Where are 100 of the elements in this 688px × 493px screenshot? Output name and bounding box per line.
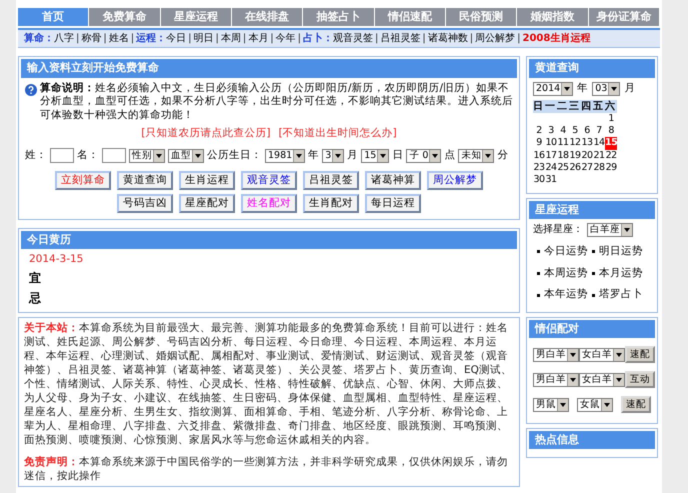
dropdown[interactable]: 男鼠 bbox=[533, 398, 569, 412]
calendar-day[interactable]: 25 bbox=[557, 162, 569, 174]
calendar-day[interactable]: 12 bbox=[569, 137, 581, 150]
calendar-day[interactable]: 18 bbox=[557, 150, 569, 162]
nav-link[interactable]: 诸葛神数 bbox=[428, 33, 468, 44]
calendar-day[interactable]: 6 bbox=[581, 124, 593, 138]
action-button[interactable]: 立刻算命 bbox=[55, 171, 111, 190]
help-icon bbox=[25, 84, 37, 96]
dropdown[interactable]: 1981 bbox=[265, 148, 306, 163]
caret-icon bbox=[613, 348, 624, 361]
separator: | bbox=[516, 33, 522, 44]
calendar-day[interactable]: 23 bbox=[533, 162, 545, 174]
calendar-day[interactable]: 24 bbox=[545, 162, 557, 174]
action-button[interactable]: 每日运程 bbox=[365, 194, 421, 214]
calendar-day[interactable]: 11 bbox=[557, 137, 569, 150]
action-button[interactable]: 生肖运程 bbox=[179, 171, 235, 190]
year-label: 年 bbox=[577, 82, 588, 96]
calendar-day[interactable]: 21 bbox=[593, 150, 605, 162]
action-button[interactable]: 观音灵签 bbox=[241, 171, 297, 190]
calendar-day[interactable]: 17 bbox=[545, 150, 557, 162]
action-button[interactable]: 黄道查询 bbox=[117, 171, 173, 190]
match-button[interactable]: 速配 bbox=[625, 346, 655, 364]
dropdown[interactable]: 男白羊 bbox=[533, 348, 579, 362]
action-button[interactable]: 吕祖灵签 bbox=[303, 171, 359, 190]
caret-icon bbox=[567, 374, 578, 386]
calendar-day[interactable]: 1 bbox=[605, 112, 618, 125]
calendar-day[interactable]: 7 bbox=[593, 124, 605, 138]
dropdown[interactable]: 15 bbox=[361, 148, 390, 163]
nav-link[interactable]: 明日 bbox=[194, 33, 214, 44]
calendar-day[interactable]: 16 bbox=[533, 150, 545, 162]
calendar-day[interactable]: 5 bbox=[569, 124, 581, 138]
dropdown[interactable]: 2014 bbox=[533, 82, 574, 96]
category-label: 运程： bbox=[136, 33, 166, 44]
calendar-day[interactable]: 15 bbox=[605, 137, 618, 150]
bullet-icon bbox=[537, 250, 540, 254]
fortune-link[interactable]: 本月运势 bbox=[599, 266, 643, 280]
fortune-link[interactable]: 本年运势 bbox=[544, 288, 588, 302]
action-button[interactable]: 周公解梦 bbox=[427, 171, 483, 190]
fortune-link[interactable]: 明日运势 bbox=[599, 244, 643, 259]
calendar-day[interactable]: 22 bbox=[605, 150, 618, 162]
fortune-link[interactable]: 本周运势 bbox=[544, 266, 588, 280]
calendar-day[interactable]: 3 bbox=[545, 124, 557, 138]
nav-link[interactable]: 吕祖灵签 bbox=[380, 33, 420, 44]
calendar-day[interactable]: 20 bbox=[581, 150, 593, 162]
calendar-day[interactable]: 29 bbox=[605, 162, 618, 174]
dropdown[interactable]: 未知 bbox=[458, 148, 494, 163]
dropdown[interactable]: 血型 bbox=[168, 148, 204, 163]
dropdown[interactable]: 3 bbox=[322, 148, 344, 163]
calendar-day[interactable]: 27 bbox=[581, 162, 593, 174]
dropdown[interactable]: 性别 bbox=[129, 148, 165, 163]
calendar-day[interactable]: 8 bbox=[605, 124, 618, 138]
bullet-icon bbox=[592, 272, 595, 275]
action-button[interactable]: 诸葛神算 bbox=[365, 171, 421, 190]
calendar-day[interactable]: 31 bbox=[545, 174, 557, 187]
separator: | bbox=[130, 33, 136, 44]
calendar-day[interactable]: 19 bbox=[569, 150, 581, 162]
help-link[interactable]: [只知道农历请点此查公历] bbox=[141, 126, 270, 139]
nav-link[interactable]: 本月 bbox=[248, 33, 268, 44]
nav-link[interactable]: 周公解梦 bbox=[475, 33, 516, 44]
fortune-link[interactable]: 塔罗占卜 bbox=[599, 288, 643, 302]
separator: | bbox=[468, 33, 474, 44]
calendar-day[interactable]: 26 bbox=[569, 162, 581, 174]
nav-link[interactable]: 姓名 bbox=[108, 33, 129, 44]
match-button[interactable]: 速配 bbox=[621, 396, 651, 414]
dropdown[interactable]: 子 0 bbox=[406, 148, 442, 163]
weekday-label: 日 bbox=[533, 100, 545, 113]
dropdown[interactable]: 03 bbox=[592, 82, 620, 96]
nav-link[interactable]: 称骨 bbox=[81, 33, 102, 44]
fortune-link[interactable]: 今日运势 bbox=[544, 244, 588, 259]
action-button[interactable]: 生肖配对 bbox=[303, 194, 359, 214]
caret-icon bbox=[567, 348, 578, 361]
calendar-day[interactable]: 28 bbox=[593, 162, 605, 174]
text-input[interactable] bbox=[102, 148, 126, 164]
nav-link[interactable]: 今日 bbox=[166, 33, 186, 44]
action-button[interactable]: 星座配对 bbox=[179, 194, 235, 214]
calendar-day[interactable]: 10 bbox=[545, 137, 557, 150]
dropdown[interactable]: 女鼠 bbox=[577, 398, 613, 412]
dropdown[interactable]: 女白羊 bbox=[579, 372, 625, 387]
panel-header: 今日黄历 bbox=[21, 231, 517, 250]
nav-link[interactable]: 今年 bbox=[276, 33, 296, 44]
nav-link[interactable]: 2008生肖运程 bbox=[522, 33, 590, 44]
dropdown[interactable]: 男白羊 bbox=[533, 372, 579, 387]
match-button[interactable]: 互动 bbox=[625, 371, 655, 388]
nav-link[interactable]: 八字 bbox=[54, 33, 74, 44]
nav-link[interactable]: 观音灵签 bbox=[333, 33, 373, 44]
category-label: 算命： bbox=[24, 33, 54, 44]
calendar-day[interactable]: 14 bbox=[593, 137, 605, 150]
calendar-day[interactable]: 13 bbox=[581, 137, 593, 150]
nav-link[interactable]: 本周 bbox=[220, 33, 241, 44]
calendar-day[interactable]: 9 bbox=[533, 137, 545, 150]
action-button[interactable]: 号码吉凶 bbox=[117, 194, 173, 214]
dropdown[interactable]: 白羊座 bbox=[587, 222, 633, 237]
separator: | bbox=[75, 33, 80, 44]
text-input[interactable] bbox=[50, 148, 74, 164]
separator: | bbox=[421, 33, 427, 44]
dropdown[interactable]: 女白羊 bbox=[579, 348, 625, 362]
calendar-day[interactable]: 2 bbox=[533, 124, 545, 138]
calendar-day[interactable]: 30 bbox=[533, 174, 545, 187]
calendar-day[interactable]: 4 bbox=[557, 124, 569, 138]
help-link[interactable]: [不知道出生时间怎么办] bbox=[278, 126, 397, 139]
